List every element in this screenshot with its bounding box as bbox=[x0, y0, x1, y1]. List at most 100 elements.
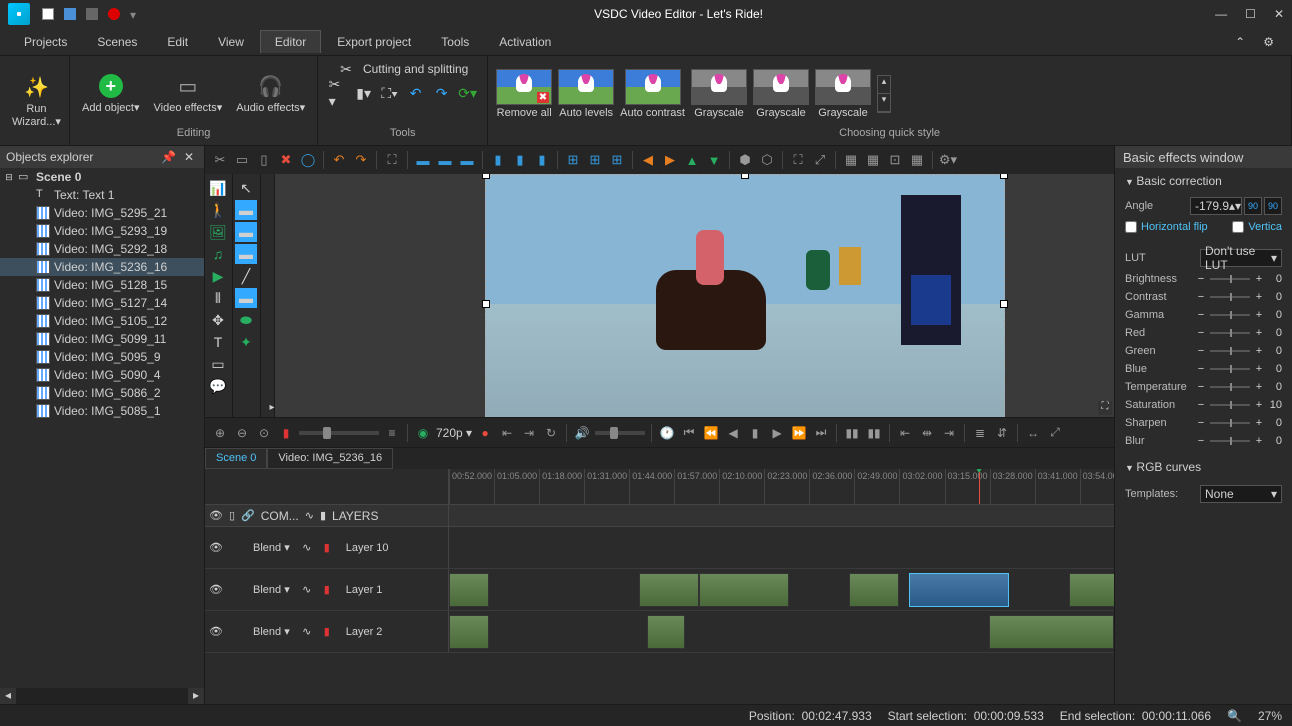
tree-item[interactable]: Video: IMG_5090_4 bbox=[0, 366, 204, 384]
arrow-right-icon[interactable]: ▶ bbox=[661, 151, 679, 169]
align-right-icon[interactable]: ▬ bbox=[458, 151, 476, 169]
text-icon[interactable]: T bbox=[207, 332, 229, 352]
selection-icon[interactable]: ⇹ bbox=[918, 424, 936, 442]
resize-handle[interactable] bbox=[1000, 300, 1008, 308]
volume-icon[interactable]: 🔊 bbox=[573, 424, 591, 442]
timeline-track[interactable] bbox=[449, 527, 1114, 568]
quality-select[interactable]: 720p ▾ bbox=[436, 426, 472, 440]
decrease-button[interactable]: − bbox=[1196, 309, 1206, 321]
fit-zoom-icon[interactable]: ⊙ bbox=[255, 424, 273, 442]
subtitle-icon[interactable]: ▭ bbox=[207, 354, 229, 374]
center-h-icon[interactable]: ⊞ bbox=[564, 151, 582, 169]
new-icon[interactable] bbox=[42, 8, 54, 20]
sub-zoom-icon[interactable]: ⊖ bbox=[233, 424, 251, 442]
menu-scenes[interactable]: Scenes bbox=[83, 31, 151, 53]
maximize-button[interactable]: ☐ bbox=[1245, 7, 1256, 21]
next-marker-icon[interactable]: ⇥ bbox=[520, 424, 538, 442]
menu-view[interactable]: View bbox=[204, 31, 258, 53]
add-object-button[interactable]: + Add object▾ bbox=[78, 70, 144, 116]
property-slider[interactable] bbox=[1210, 314, 1250, 316]
resize-handle[interactable] bbox=[482, 300, 490, 308]
out-point-icon[interactable]: ⇥ bbox=[940, 424, 958, 442]
tooltip-icon[interactable]: 💬 bbox=[207, 376, 229, 396]
basic-correction-section[interactable]: Basic correction bbox=[1125, 174, 1282, 188]
hscrollbar[interactable]: ◂▸ bbox=[0, 688, 204, 704]
increase-button[interactable]: + bbox=[1254, 417, 1264, 429]
bar-icon[interactable]: ▮ bbox=[320, 509, 326, 522]
property-slider[interactable] bbox=[1210, 332, 1250, 334]
video-frame[interactable] bbox=[485, 174, 1005, 417]
circle-icon[interactable]: ◯ bbox=[299, 151, 317, 169]
arrow-left-icon[interactable]: ◀ bbox=[639, 151, 657, 169]
align-top-icon[interactable]: ▮ bbox=[489, 151, 507, 169]
settings-gear-icon[interactable]: ⚙ bbox=[1255, 31, 1282, 53]
center-v-icon[interactable]: ⊞ bbox=[586, 151, 604, 169]
play-icon[interactable]: ▶ bbox=[207, 266, 229, 286]
tree-item[interactable]: Video: IMG_5086_2 bbox=[0, 384, 204, 402]
menu-editor[interactable]: Editor bbox=[260, 30, 321, 53]
decrease-button[interactable]: − bbox=[1196, 399, 1206, 411]
grid-icon[interactable]: ▦ bbox=[842, 151, 860, 169]
menu-export[interactable]: Export project bbox=[323, 31, 425, 53]
decrease-button[interactable]: − bbox=[1196, 381, 1206, 393]
menu-edit[interactable]: Edit bbox=[153, 31, 202, 53]
increase-button[interactable]: + bbox=[1254, 399, 1264, 411]
property-slider[interactable] bbox=[1210, 278, 1250, 280]
grid2-icon[interactable]: ▦ bbox=[864, 151, 882, 169]
bar-icon[interactable]: ▮ bbox=[320, 625, 334, 638]
close-button[interactable]: ✕ bbox=[1274, 7, 1284, 21]
lock-icon[interactable]: ▯ bbox=[229, 509, 235, 522]
cut-icon[interactable]: ✂▾ bbox=[329, 84, 347, 102]
preview-canvas[interactable]: ⛶ bbox=[275, 174, 1114, 417]
timeline-tab-scene[interactable]: Scene 0 bbox=[205, 448, 267, 469]
tree-item[interactable]: Video: IMG_5128_15 bbox=[0, 276, 204, 294]
increase-button[interactable]: + bbox=[1254, 345, 1264, 357]
align-center-icon[interactable]: ▬ bbox=[436, 151, 454, 169]
increase-button[interactable]: + bbox=[1254, 435, 1264, 447]
vflip-checkbox[interactable] bbox=[1232, 221, 1244, 233]
rotate-90-right-icon[interactable]: 90 bbox=[1264, 197, 1282, 215]
chart-icon[interactable]: 📊 bbox=[207, 178, 229, 198]
redo-icon[interactable]: ↷ bbox=[352, 151, 370, 169]
chevron-up-icon[interactable]: ⌃ bbox=[1227, 31, 1253, 53]
play-button[interactable]: ▶ bbox=[768, 424, 786, 442]
increase-button[interactable]: + bbox=[1254, 381, 1264, 393]
zoom-slider[interactable] bbox=[299, 431, 379, 435]
equalizer-icon[interactable]: ⦀ bbox=[207, 288, 229, 308]
tree-item[interactable]: Video: IMG_5236_16 bbox=[0, 258, 204, 276]
property-slider[interactable] bbox=[1210, 386, 1250, 388]
timeline-clip[interactable] bbox=[909, 573, 1009, 607]
blend-mode[interactable]: Blend ▾ bbox=[249, 625, 294, 638]
align-bottom-icon[interactable]: ▮ bbox=[533, 151, 551, 169]
quickstyle-remove-all[interactable]: Remove all bbox=[496, 69, 552, 119]
collapse-icon[interactable]: ≡ bbox=[383, 424, 401, 442]
eye-icon[interactable]: 👁 bbox=[209, 541, 223, 554]
decrease-button[interactable]: − bbox=[1196, 291, 1206, 303]
timeline-clip[interactable] bbox=[699, 573, 789, 607]
freeform-icon[interactable]: ✦ bbox=[235, 332, 257, 352]
close-panel-icon[interactable]: ✕ bbox=[180, 150, 198, 164]
align-left-icon[interactable]: ▬ bbox=[414, 151, 432, 169]
gear-icon[interactable]: ⚙▾ bbox=[939, 151, 957, 169]
resize-handle[interactable] bbox=[482, 174, 490, 179]
dropdown-icon[interactable]: ▾ bbox=[130, 8, 142, 20]
timeline-clip[interactable] bbox=[1069, 573, 1114, 607]
resize-icon[interactable]: ⤢ bbox=[811, 151, 829, 169]
rect4-icon[interactable]: ▬ bbox=[235, 288, 257, 308]
timeline-clip[interactable] bbox=[449, 615, 489, 649]
wave-icon[interactable]: ∿ bbox=[300, 625, 314, 638]
tree-item[interactable]: Video: IMG_5095_9 bbox=[0, 348, 204, 366]
time-ruler[interactable]: 00:52.00001:05.00001:18.00001:31.00001:4… bbox=[449, 469, 1114, 504]
tree-item[interactable]: Video: IMG_5099_11 bbox=[0, 330, 204, 348]
angle-input[interactable]: -179.9▴▾ bbox=[1190, 197, 1242, 215]
rotate-right-icon[interactable]: ↷ bbox=[433, 84, 451, 102]
step-back-icon[interactable]: ◀ bbox=[724, 424, 742, 442]
run-wizard-button[interactable]: ✨ Run Wizard...▾ bbox=[8, 71, 65, 129]
add-zoom-icon[interactable]: ⊕ bbox=[211, 424, 229, 442]
templates-select[interactable]: None▾ bbox=[1200, 485, 1282, 503]
clock-icon[interactable]: 🕐 bbox=[658, 424, 676, 442]
property-slider[interactable] bbox=[1210, 368, 1250, 370]
ellipse-icon[interactable]: ⬬ bbox=[235, 310, 257, 330]
timeline-track[interactable] bbox=[449, 611, 1114, 652]
quickstyle-auto-contrast[interactable]: Auto contrast bbox=[620, 69, 685, 119]
